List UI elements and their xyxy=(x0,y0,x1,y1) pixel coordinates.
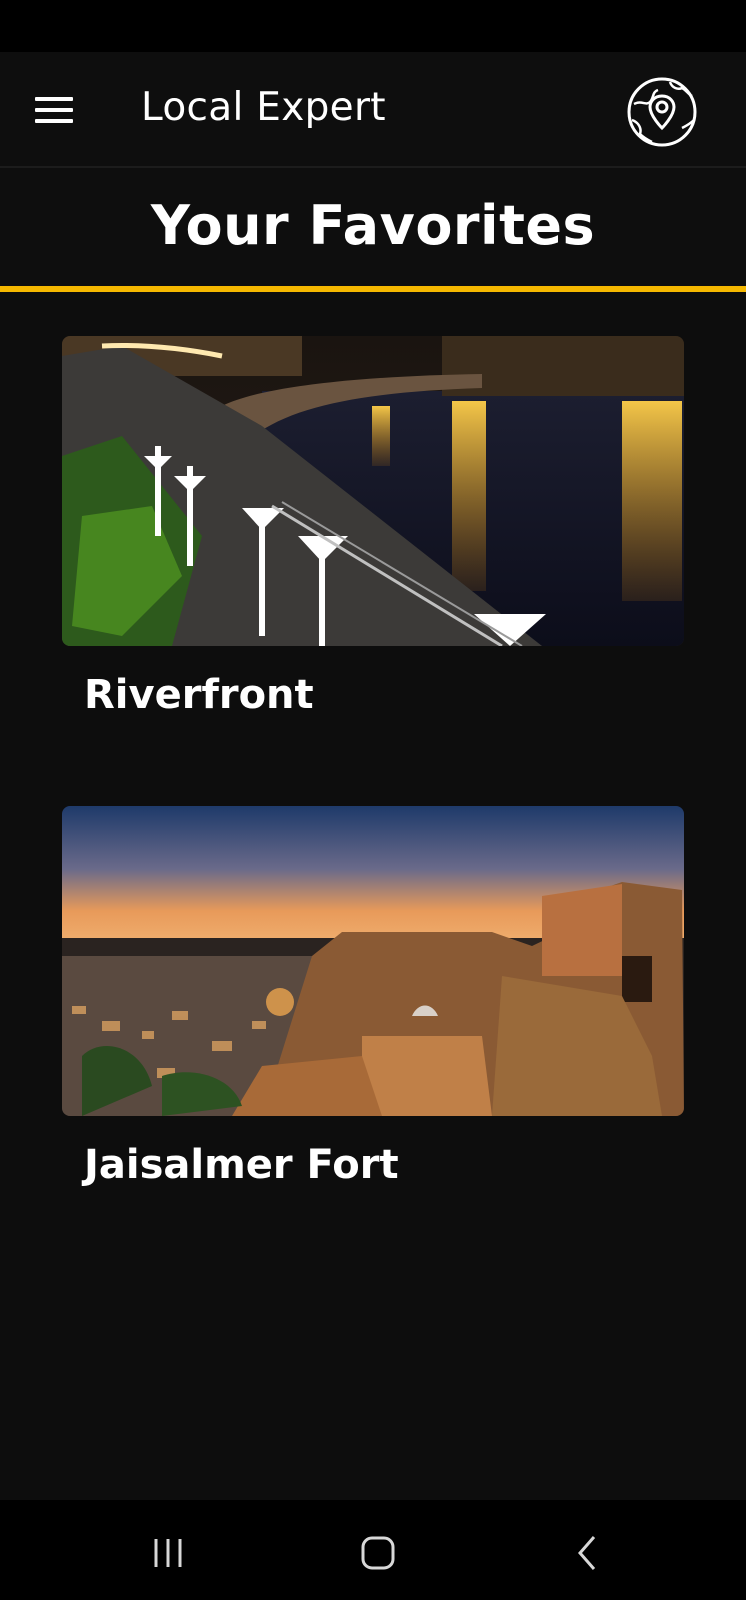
system-nav-bar xyxy=(0,1500,746,1600)
app-title: Local Expert xyxy=(141,85,386,130)
favorite-card-title: Riverfront xyxy=(84,672,314,718)
back-icon[interactable] xyxy=(558,1528,618,1578)
page-title: Your Favorites xyxy=(150,194,596,257)
menu-icon[interactable] xyxy=(28,86,80,134)
jaisalmer-fort-image[interactable] xyxy=(62,806,684,1116)
favorite-card[interactable]: Riverfront xyxy=(62,336,684,722)
favorite-card[interactable]: Jaisalmer Fort xyxy=(62,806,684,1192)
recent-apps-icon[interactable] xyxy=(138,1528,198,1578)
favorite-card-title: Jaisalmer Fort xyxy=(84,1142,399,1188)
globe-location-icon[interactable] xyxy=(626,76,698,148)
riverfront-image[interactable] xyxy=(62,336,684,646)
app-bar: Local Expert xyxy=(0,52,746,168)
favorites-header: Your Favorites xyxy=(0,168,746,288)
status-bar xyxy=(0,0,746,52)
home-icon[interactable] xyxy=(348,1528,408,1578)
accent-divider xyxy=(0,286,746,292)
